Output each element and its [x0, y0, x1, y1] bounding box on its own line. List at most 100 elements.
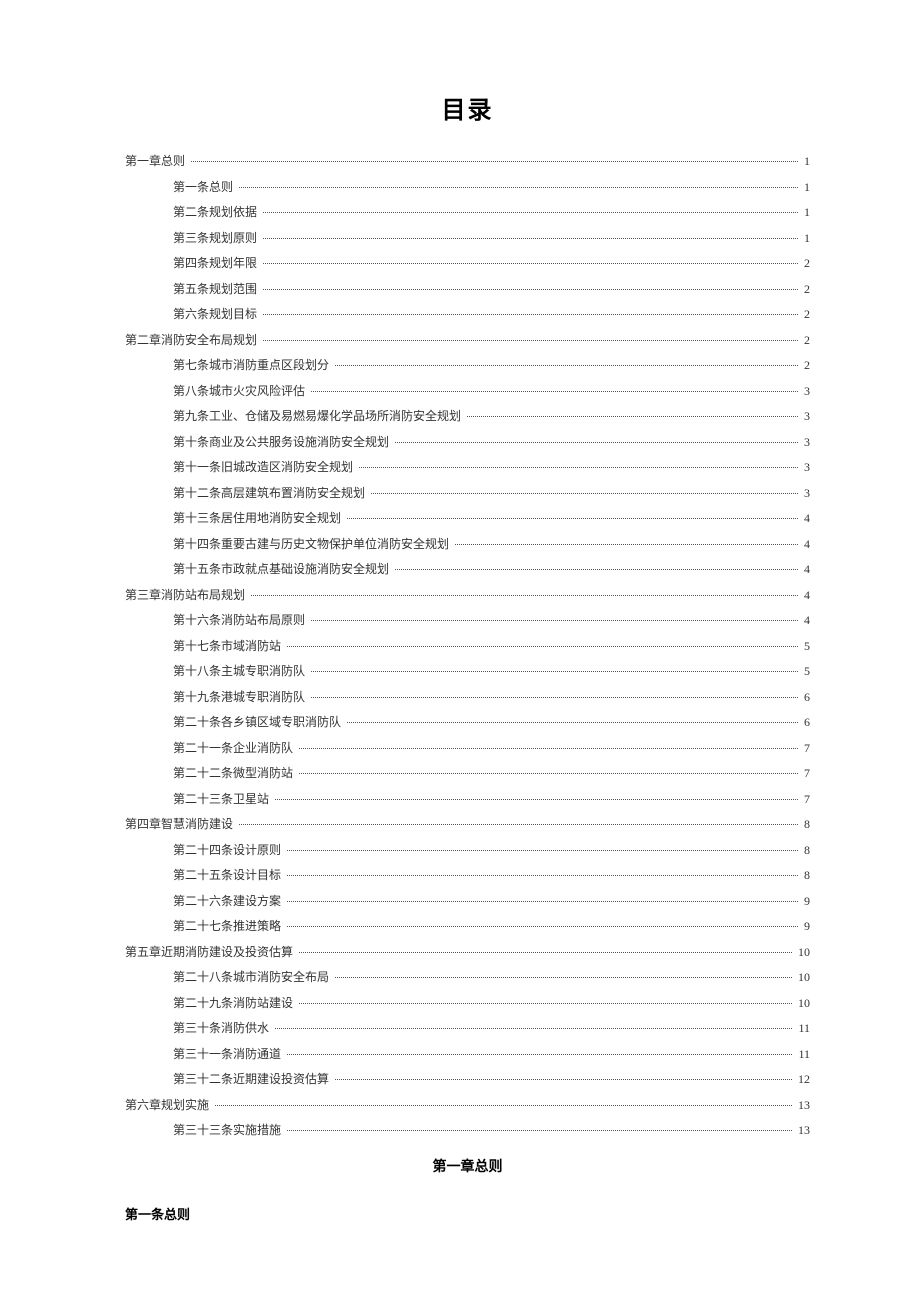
toc-leader-dots	[395, 569, 798, 570]
toc-entry-label: 第二十三条卫星站	[173, 793, 273, 805]
toc-entry-label: 第五条规划范围	[173, 283, 261, 295]
toc-entry-page: 2	[800, 359, 810, 371]
toc-entry: 第十八条主城专职消防队5	[125, 665, 810, 677]
toc-entry-page: 13	[794, 1124, 810, 1136]
toc-entry-page: 2	[800, 308, 810, 320]
toc-entry: 第五章近期消防建设及投资估算10	[125, 946, 810, 958]
toc-entry-page: 13	[794, 1099, 810, 1111]
toc-entry-page: 4	[800, 512, 810, 524]
toc-entry-page: 5	[800, 640, 810, 652]
toc-entry-label: 第四章智慧消防建设	[125, 818, 237, 830]
toc-entry-label: 第一条总则	[173, 181, 237, 193]
toc-leader-dots	[467, 416, 798, 417]
toc-entry: 第二十八条城市消防安全布局 10	[125, 971, 810, 983]
toc-entry: 第二十九条消防站建设 10	[125, 997, 810, 1009]
toc-entry-label: 第十条商业及公共服务设施消防安全规划	[173, 436, 393, 448]
toc-entry-page: 11	[794, 1022, 810, 1034]
toc-leader-dots	[347, 722, 798, 723]
toc-leader-dots	[335, 977, 792, 978]
toc-entry-page: 8	[800, 818, 810, 830]
toc-entry: 第七条城市消防重点区段划分 2	[125, 359, 810, 371]
toc-entry: 第二十三条卫星站7	[125, 793, 810, 805]
toc-entry-page: 11	[794, 1048, 810, 1060]
toc-entry-label: 第十七条市域消防站	[173, 640, 285, 652]
toc-entry: 第三十三条实施措施 13	[125, 1124, 810, 1136]
toc-entry: 第十二条高层建筑布置消防安全规划3	[125, 487, 810, 499]
toc-leader-dots	[311, 671, 798, 672]
toc-entry-page: 7	[800, 742, 810, 754]
toc-entry-page: 2	[800, 334, 810, 346]
toc-leader-dots	[287, 1130, 792, 1131]
toc-title: 目录	[125, 90, 810, 125]
toc-entry-label: 第三十一条消防通道	[173, 1048, 285, 1060]
toc-entry-label: 第六章规划实施	[125, 1099, 213, 1111]
toc-entry-label: 第七条城市消防重点区段划分	[173, 359, 333, 371]
toc-leader-dots	[263, 263, 798, 264]
toc-entry-page: 8	[800, 869, 810, 881]
toc-entry-label: 第二章消防安全布局规划	[125, 334, 261, 346]
toc-entry-label: 第三十条消防供水	[173, 1022, 273, 1034]
toc-entry-label: 第十一条旧城改造区消防安全规划	[173, 461, 357, 473]
toc-entry-label: 第二十条各乡镇区域专职消防队	[173, 716, 345, 728]
chapter-heading: 第一章总则	[125, 1156, 810, 1176]
toc-entry-page: 10	[794, 997, 810, 1009]
toc-entry-label: 第二十七条推进策略	[173, 920, 285, 932]
toc-entry: 第三十条消防供水 11	[125, 1022, 810, 1034]
toc-leader-dots	[299, 773, 798, 774]
toc-leader-dots	[335, 1079, 792, 1080]
toc-leader-dots	[311, 391, 798, 392]
toc-entry: 第十一条旧城改造区消防安全规划 3	[125, 461, 810, 473]
toc-leader-dots	[215, 1105, 792, 1106]
toc-leader-dots	[263, 289, 798, 290]
toc-entry: 第十七条市域消防站 5	[125, 640, 810, 652]
toc-entry: 第八条城市火灾风险评估3	[125, 385, 810, 397]
toc-entry-label: 第三条规划原则	[173, 232, 261, 244]
toc-leader-dots	[287, 875, 798, 876]
toc-entry-label: 第十八条主城专职消防队	[173, 665, 309, 677]
toc-leader-dots	[191, 161, 798, 162]
toc-entry-page: 6	[800, 716, 810, 728]
toc-entry: 第十三条居住用地消防安全规划 4	[125, 512, 810, 524]
toc-entry-label: 第十三条居住用地消防安全规划	[173, 512, 345, 524]
toc-entry-label: 第四条规划年限	[173, 257, 261, 269]
toc-entry: 第二十条各乡镇区域专职消防队 6	[125, 716, 810, 728]
toc-entry: 第十条商业及公共服务设施消防安全规划3	[125, 436, 810, 448]
toc-leader-dots	[239, 824, 798, 825]
toc-leader-dots	[263, 238, 798, 239]
toc-entry-page: 1	[800, 206, 810, 218]
section-heading: 第一条总则	[125, 1204, 810, 1223]
toc-entry-label: 第二条规划依据	[173, 206, 261, 218]
toc-entry: 第十六条消防站布局原则4	[125, 614, 810, 626]
toc-entry-page: 8	[800, 844, 810, 856]
toc-leader-dots	[299, 952, 792, 953]
toc-entry-page: 3	[800, 461, 810, 473]
toc-leader-dots	[347, 518, 798, 519]
toc-entry-label: 第二十八条城市消防安全布局	[173, 971, 333, 983]
table-of-contents: 第一章总则1第一条总则1第二条规划依据1第三条规划原则1第四条规划年限2第五条规…	[125, 155, 810, 1136]
toc-entry-page: 10	[794, 971, 810, 983]
toc-entry-page: 6	[800, 691, 810, 703]
toc-entry-page: 10	[794, 946, 810, 958]
toc-entry: 第一条总则1	[125, 181, 810, 193]
toc-entry-label: 第八条城市火灾风险评估	[173, 385, 309, 397]
toc-entry-page: 12	[794, 1073, 810, 1085]
toc-leader-dots	[371, 493, 798, 494]
toc-entry: 第一章总则1	[125, 155, 810, 167]
toc-entry-label: 第十九条港城专职消防队	[173, 691, 309, 703]
toc-entry-label: 第二十九条消防站建设	[173, 997, 297, 1009]
toc-leader-dots	[359, 467, 798, 468]
toc-leader-dots	[311, 697, 798, 698]
toc-leader-dots	[335, 365, 798, 366]
toc-entry-label: 第二十六条建设方案	[173, 895, 285, 907]
toc-entry: 第十九条港城专职消防队 6	[125, 691, 810, 703]
toc-leader-dots	[263, 314, 798, 315]
toc-entry-label: 第十四条重要古建与历史文物保护单位消防安全规划	[173, 538, 453, 550]
toc-entry: 第二十五条设计目标8	[125, 869, 810, 881]
toc-entry-page: 1	[800, 232, 810, 244]
toc-entry-page: 1	[800, 155, 810, 167]
toc-entry-label: 第三十三条实施措施	[173, 1124, 285, 1136]
toc-leader-dots	[299, 1003, 792, 1004]
toc-leader-dots	[287, 850, 798, 851]
toc-leader-dots	[287, 901, 798, 902]
toc-entry: 第十五条市政就点基础设施消防安全规划4	[125, 563, 810, 575]
